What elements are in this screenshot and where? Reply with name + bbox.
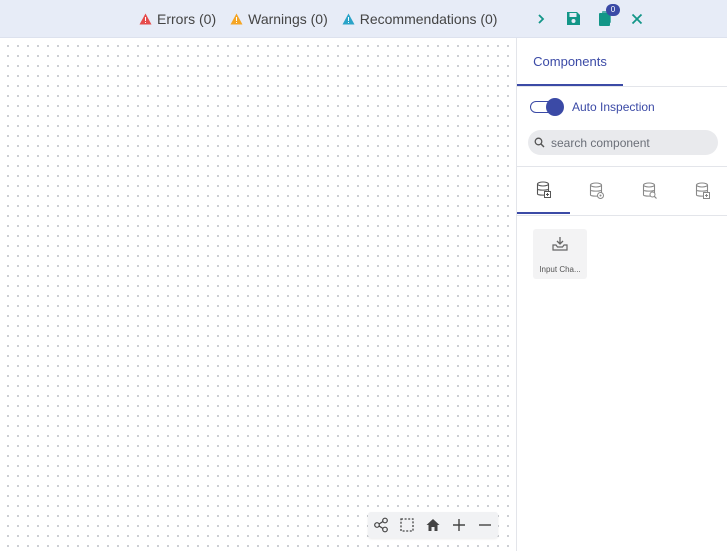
pipeline-canvas[interactable]	[0, 38, 516, 551]
database-gear-icon	[589, 181, 604, 199]
category-tab-1[interactable]	[517, 167, 570, 214]
close-button[interactable]	[629, 11, 645, 27]
error-triangle-icon	[139, 13, 152, 24]
zoom-in-icon	[453, 519, 465, 531]
connect-nodes-icon	[374, 517, 388, 533]
components-panel: Components Auto Inspection Input Cha...	[516, 38, 727, 551]
search-input[interactable]	[551, 135, 711, 150]
expand-button[interactable]	[533, 11, 549, 27]
clipboard-badge: 0	[606, 3, 620, 16]
chevron-right-icon	[538, 13, 545, 24]
database-plus-icon	[695, 181, 710, 199]
recommendations-indicator[interactable]: Recommendations (0)	[342, 10, 498, 27]
database-add-icon	[536, 180, 551, 198]
zoom-in-button[interactable]	[446, 512, 472, 538]
auto-inspection-label: Auto Inspection	[572, 100, 655, 114]
tab-components[interactable]: Components	[517, 38, 623, 86]
warning-triangle-icon	[230, 13, 243, 24]
auto-inspection-row: Auto Inspection	[528, 98, 655, 116]
warnings-indicator[interactable]: Warnings (0)	[230, 11, 328, 27]
auto-inspection-toggle[interactable]	[528, 98, 564, 116]
clipboard-button[interactable]: 0	[597, 3, 620, 27]
category-tab-2[interactable]	[570, 167, 623, 214]
component-label: Input Cha...	[539, 265, 581, 274]
topbar-actions: 0	[533, 0, 645, 37]
select-area-button[interactable]	[394, 512, 420, 538]
zoom-out-button[interactable]	[472, 512, 498, 538]
top-bar: Errors (0) Warnings (0) Recommendations …	[0, 0, 727, 38]
panel-tabs: Components	[517, 38, 727, 87]
save-icon	[566, 12, 580, 25]
errors-label: Errors (0)	[157, 10, 217, 27]
component-card-input-channel[interactable]: Input Cha...	[533, 229, 587, 279]
category-tab-4[interactable]	[676, 167, 727, 214]
category-tabs	[517, 167, 727, 216]
home-icon	[426, 519, 440, 531]
close-icon	[631, 13, 643, 24]
search-icon	[534, 137, 545, 148]
errors-indicator[interactable]: Errors (0)	[139, 11, 216, 27]
save-button[interactable]	[565, 11, 581, 27]
canvas-toolbar	[368, 512, 498, 538]
database-search-icon	[642, 181, 657, 199]
recommendation-triangle-icon	[342, 13, 355, 24]
zoom-out-icon	[479, 524, 491, 526]
connect-nodes-button[interactable]	[368, 512, 394, 538]
warnings-label: Warnings (0)	[248, 10, 328, 27]
issues-summary: Errors (0) Warnings (0) Recommendations …	[139, 0, 497, 37]
category-tab-3[interactable]	[623, 167, 676, 214]
home-button[interactable]	[420, 512, 446, 538]
search-box	[528, 130, 718, 155]
toggle-knob	[546, 98, 564, 116]
input-channel-icon	[552, 237, 568, 251]
select-area-icon	[400, 518, 414, 532]
recommendations-label: Recommendations (0)	[359, 10, 498, 27]
